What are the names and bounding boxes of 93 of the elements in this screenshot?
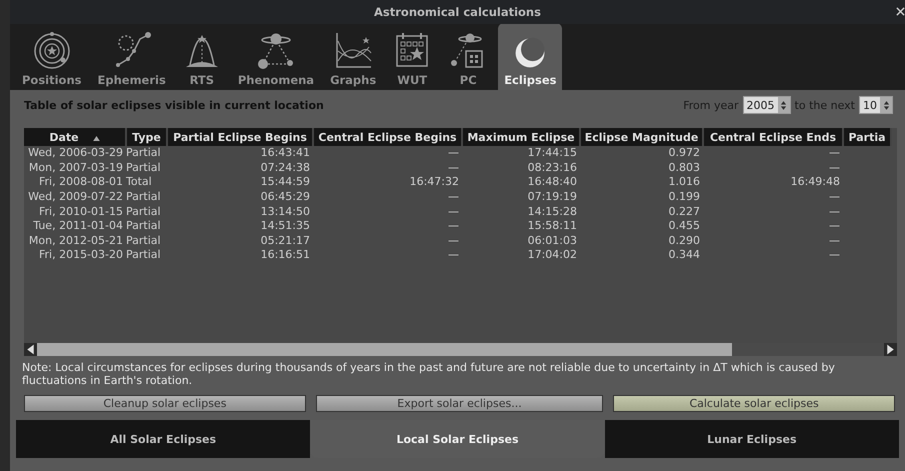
next-label: to the next [794,98,855,112]
table-cell: Total [126,175,152,188]
table-cell: Tue, 2011-01-04 [33,219,123,232]
column-header[interactable]: Date [24,128,126,146]
table-cell: Fri, 2008-08-01 [38,175,123,188]
table-cell: 08:23:16 [528,160,577,174]
horizontal-scrollbar[interactable] [24,343,897,356]
action-button[interactable]: Export solar eclipses... [316,395,604,412]
table-cell: 16:43:41 [260,146,310,160]
table-cell: Partial [126,146,161,160]
table-cell: — [829,160,840,174]
table-cell: — [829,190,840,204]
tab[interactable]: Eclipses [498,23,562,90]
table-cell: 06:45:29 [260,190,310,204]
table-cell: Wed, 2009-07-22 [28,190,123,204]
table-cell: Partial [126,190,161,204]
table-cell: 1.016 [668,175,700,188]
action-button[interactable]: Calculate solar eclipses [613,395,895,412]
tab[interactable]: Phenomena [232,25,320,90]
from-year-label: From year [683,98,739,112]
column-header[interactable]: Eclipse Magnitude [580,128,703,146]
sort-ascending-icon[interactable] [92,136,100,140]
table-cell: Partial [126,248,161,262]
table-cell: — [829,204,840,218]
tab[interactable]: All Solar Eclipses [16,420,310,458]
count-spinbox[interactable]: 10 [859,96,893,114]
table-cell: 0.803 [668,160,700,174]
table-cell: 07:24:38 [260,160,310,174]
table-cell: Wed, 2006-03-29 [28,146,123,160]
table-cell: 14:15:28 [528,204,577,218]
column-header[interactable]: Type [126,128,167,146]
table-cell: 0.455 [668,219,700,232]
up-down-icon[interactable] [882,100,890,110]
table-cell: 05:21:17 [260,234,310,247]
table-heading: Table of solar eclipses visible in current location [24,98,324,112]
table-cell: 16:16:51 [260,248,310,262]
table-cell: Partial [126,204,161,218]
column-header[interactable]: Central Eclipse Begins [313,128,462,146]
table-cell: 06:01:03 [528,234,577,247]
action-button[interactable]: Cleanup solar eclipses [24,395,306,412]
table-cell: — [448,146,459,160]
table-cell: 16:49:48 [790,175,840,188]
window-title: Astronomical calculations [374,5,541,19]
table-cell: — [448,160,459,174]
table-cell: — [448,204,459,218]
table-cell: Partial [126,234,161,247]
table-cell: 0.199 [668,190,700,204]
column-header[interactable]: Central Eclipse Ends [703,128,843,146]
table-cell: 15:44:59 [260,175,310,188]
scroll-left-icon[interactable] [24,343,37,356]
table-cell: — [448,190,459,204]
tab[interactable]: Lunar Eclipses [604,420,899,458]
tab[interactable]: WUT [386,25,438,90]
table-cell: — [448,234,459,247]
table-cell: 0.227 [668,204,700,218]
table-cell: 16:47:32 [410,175,459,188]
table-cell: 13:14:50 [260,204,310,218]
table-cell: Mon, 2007-03-19 [28,160,123,174]
table-cell: 17:44:15 [528,146,577,160]
table-cell: Mon, 2012-05-21 [28,234,123,247]
table-cell: — [829,146,840,160]
column-header[interactable]: Partia [843,128,891,146]
table-cell: 17:04:02 [528,248,577,262]
orbit-icon [32,31,72,71]
table-cell: 07:19:19 [528,190,577,204]
table-cell: 14:51:35 [260,219,310,232]
table-cell: — [448,219,459,232]
column-header[interactable]: Partial Eclipse Begins [167,128,313,146]
table-cell: — [829,219,840,232]
table-cell: 16:48:40 [528,175,577,188]
tab[interactable]: PC [442,25,494,90]
table-cell: 0.344 [668,248,700,262]
table-cell: 0.290 [668,234,700,247]
column-header[interactable]: Maximum Eclipse [462,128,580,146]
table-cell: 0.972 [668,146,700,160]
table-cell: — [829,248,840,262]
table-cell: — [829,234,840,247]
tab[interactable]: Positions [16,25,88,90]
scroll-right-icon[interactable] [884,343,897,356]
table-cell: Fri, 2015-03-20 [38,248,123,262]
table-cell: 15:58:11 [528,219,577,232]
close-icon[interactable] [896,7,905,16]
note-text: Note: Local circumstances for eclipses during thousands of years in the past and future are not reliable due to uncertainty in ΔT which is caused by fluctuations in Earth's rotation. [21,360,836,389]
planets-icon [256,31,296,71]
table-cell: Fri, 2010-01-15 [38,204,123,218]
table-cell: — [448,248,459,262]
up-down-icon[interactable] [780,100,788,110]
table-cell: Partial [126,219,161,232]
year-spinbox[interactable]: 2005 [742,96,791,114]
tab[interactable]: Ephemeris [92,25,172,90]
tab[interactable]: Graphs [324,25,382,90]
table-cell: Partial [126,160,161,174]
tab[interactable]: RTS [176,25,228,90]
